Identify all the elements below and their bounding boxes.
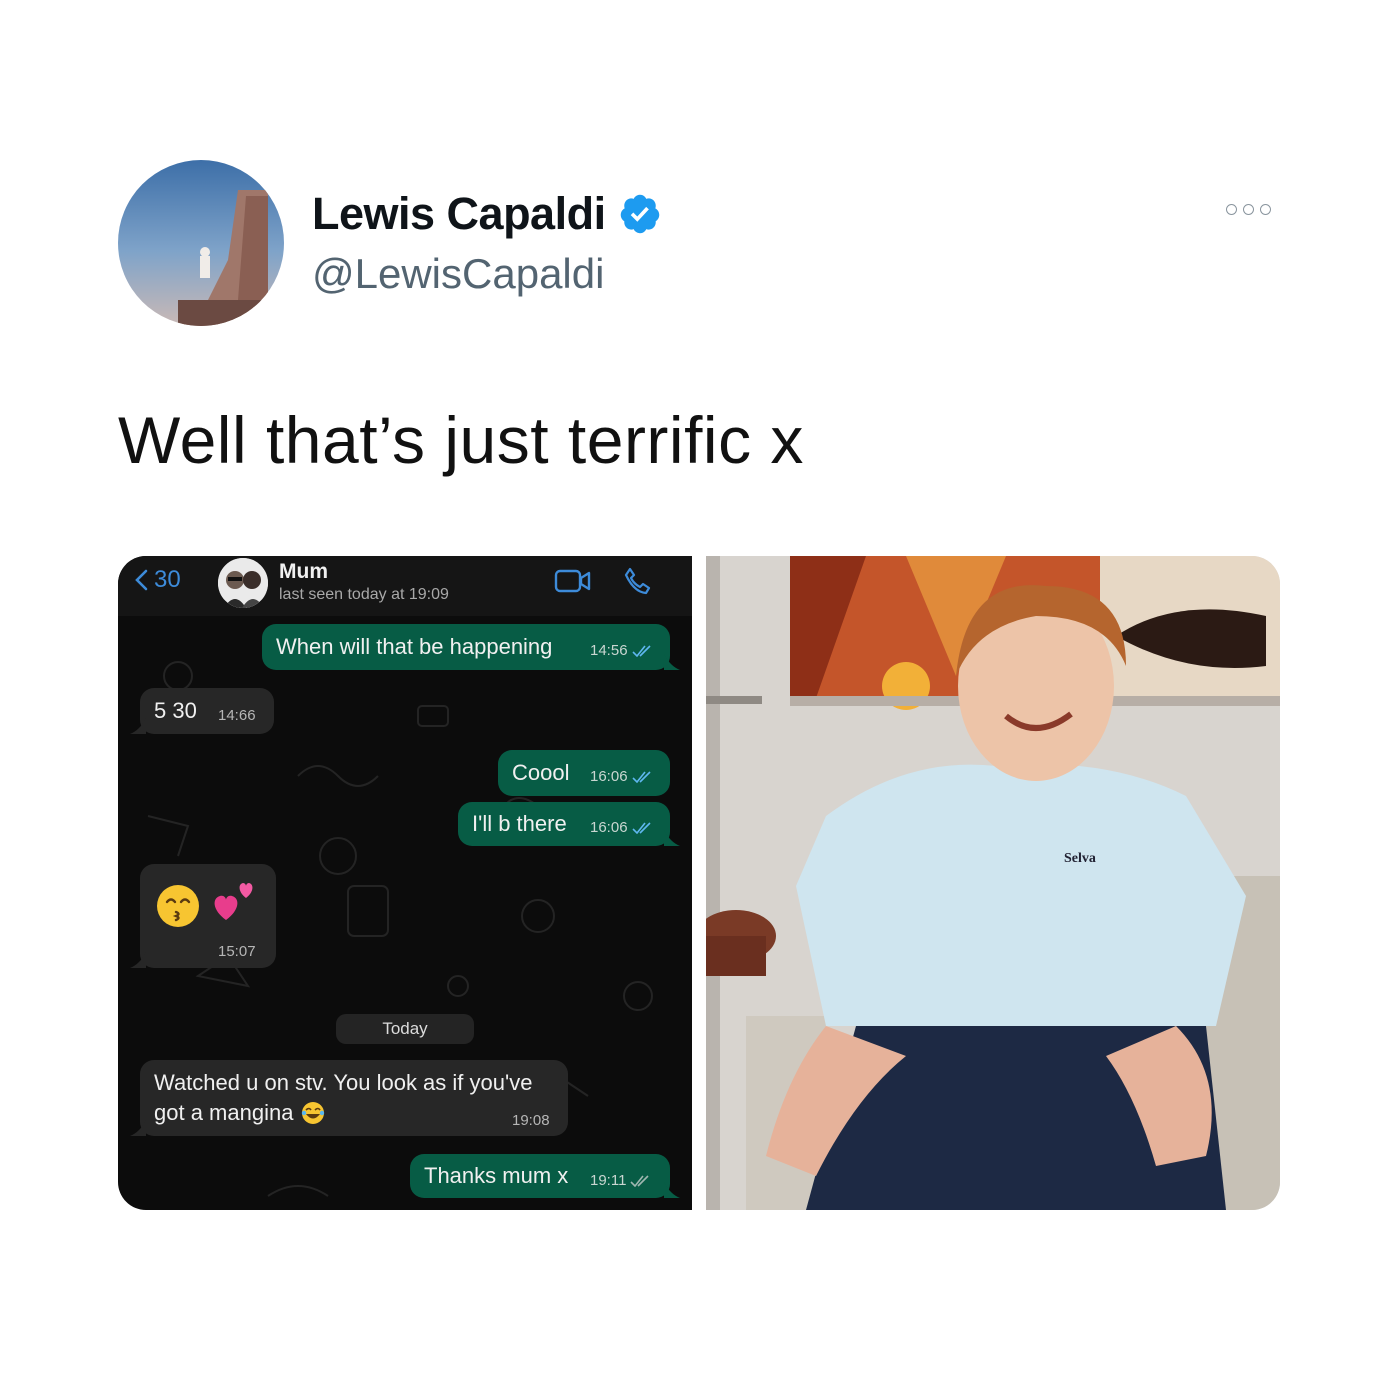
message-bubble-incoming[interactable]: 15:07 [130,864,276,968]
dot [1243,204,1254,215]
message-time: 16:06 [590,819,652,836]
user-handle[interactable]: @LewisCapaldi [312,250,604,298]
two-hearts-emoji-icon [214,883,253,920]
verified-badge-icon [620,194,659,234]
message-bubble-incoming[interactable]: Watched u on stv. You look as if you've … [130,1060,568,1136]
tv-interview-photo[interactable]: Selva [706,556,1280,1210]
tweet-text: Well that’s just terrific x [118,403,804,477]
shirt-logo-text: Selva [1064,851,1096,866]
contact-avatar[interactable] [218,558,268,608]
contact-status: last seen today at 19:09 [279,586,449,603]
read-receipt-icon [631,770,651,783]
message-text-line-2: got a mangina [154,1100,325,1126]
chevron-left-icon [135,569,148,591]
phone-call-icon[interactable] [622,566,652,596]
bubble-tail [664,654,680,670]
message-bubble-outgoing[interactable]: Thanks mum x 19:11 [410,1154,680,1198]
bubble-tail [130,718,146,734]
message-text: Coool [512,760,570,785]
message-text: 5 30 [154,698,197,723]
laughing-crying-emoji-icon [302,1102,325,1124]
chat-header: 30 Mum last seen today at 19:09 [118,556,692,616]
message-text: When will that be happening [276,634,553,659]
bubble-tail [664,1182,680,1198]
message-text-line-1: Watched u on stv. You look as if you've [154,1070,533,1095]
message-time: 19:08 [512,1112,550,1129]
message-bubble-outgoing[interactable]: Coool 16:06 [498,750,670,796]
message-time: 14:66 [218,707,256,724]
read-receipt-icon [631,821,651,834]
read-receipt-icon [630,1174,650,1187]
message-bubble-incoming[interactable]: 5 30 14:66 [130,688,274,734]
bubble-tail [130,952,146,968]
read-receipt-icon [631,644,651,657]
profile-avatar[interactable] [118,160,284,326]
message-time: 14:56 [590,642,652,659]
chat-screenshot-image[interactable]: 30 Mum last seen today at 19:09 When wil… [118,556,692,1210]
message-text: I'll b there [472,811,567,836]
dot [1260,204,1271,215]
back-button[interactable]: 30 [134,566,181,594]
message-time: 16:06 [590,768,652,785]
display-name-text: Lewis Capaldi [312,188,606,239]
message-time: 19:11 [590,1172,650,1189]
video-call-icon[interactable] [554,568,592,594]
kissing-face-emoji-icon [157,885,199,927]
contact-name[interactable]: Mum [279,560,328,584]
display-name[interactable]: Lewis Capaldi [312,188,662,240]
message-time: 15:07 [218,943,256,960]
more-options-icon[interactable] [1226,204,1271,215]
dot [1226,204,1237,215]
message-bubble-outgoing[interactable]: When will that be happening 14:56 [262,624,680,670]
message-bubble-outgoing[interactable]: I'll b there 16:06 [458,802,680,846]
bubble-tail [130,1120,146,1136]
unread-count: 30 [154,566,181,593]
date-divider: Today [336,1014,474,1044]
bubble-tail [664,830,680,846]
message-text: Thanks mum x [424,1163,569,1188]
